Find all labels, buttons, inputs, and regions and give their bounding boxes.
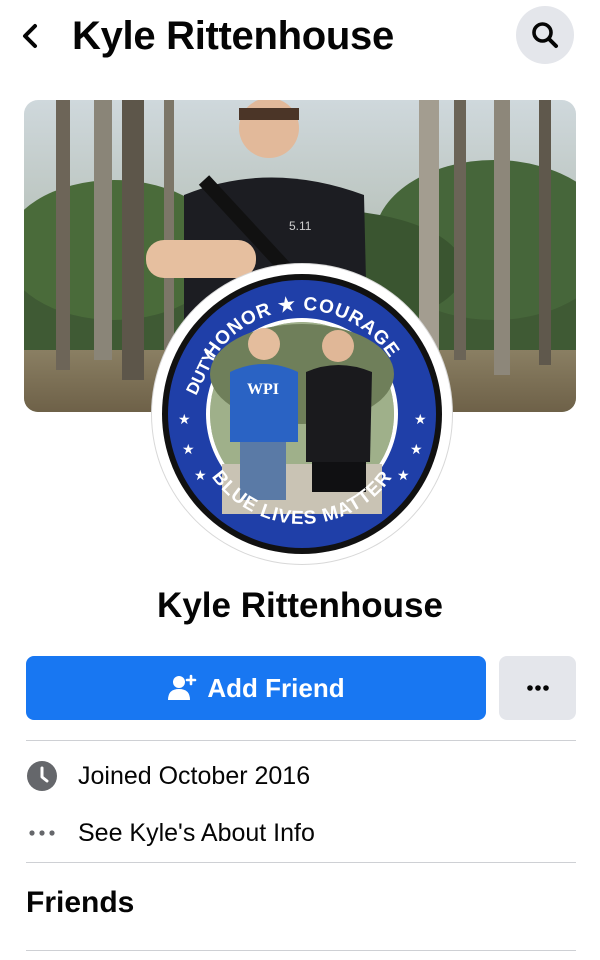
joined-text: Joined October 2016 xyxy=(78,761,311,790)
divider xyxy=(26,862,576,863)
svg-text:★: ★ xyxy=(178,412,191,428)
profile-name: Kyle Rittenhouse xyxy=(157,586,443,625)
add-friend-label: Add Friend xyxy=(207,672,345,703)
more-horizontal-icon xyxy=(26,817,58,849)
hoodie-logo: WPI xyxy=(247,381,279,398)
svg-text:★: ★ xyxy=(194,468,207,484)
more-options-button[interactable] xyxy=(499,656,576,720)
more-horizontal-icon xyxy=(526,685,549,691)
page-title: Kyle Rittenhouse xyxy=(72,14,394,58)
joined-row: Joined October 2016 xyxy=(26,754,576,798)
svg-text:★: ★ xyxy=(414,412,427,428)
profile-picture[interactable]: WPI HONOR ★ COURAGE BLUE LIVES MATTER DU… xyxy=(152,264,452,564)
svg-text:★: ★ xyxy=(182,442,195,458)
svg-text:★: ★ xyxy=(410,442,423,458)
back-button[interactable] xyxy=(14,20,46,52)
chevron-left-icon xyxy=(23,24,37,48)
shirt-logo: 5.11 xyxy=(289,219,312,233)
add-friend-button[interactable]: Add Friend xyxy=(26,656,486,720)
clock-icon xyxy=(26,760,58,792)
divider xyxy=(26,950,576,951)
top-bar: Kyle Rittenhouse xyxy=(0,0,600,74)
friends-section-title: Friends xyxy=(26,886,135,919)
divider xyxy=(26,740,576,741)
blue-lives-badge-image: WPI HONOR ★ COURAGE BLUE LIVES MATTER DU… xyxy=(156,268,448,560)
about-info-link[interactable]: See Kyle's About Info xyxy=(78,819,315,848)
search-button[interactable] xyxy=(516,6,574,64)
add-person-icon xyxy=(168,674,197,700)
about-info-row[interactable]: See Kyle's About Info xyxy=(26,811,576,855)
search-icon xyxy=(532,22,558,48)
svg-text:★: ★ xyxy=(397,468,410,484)
